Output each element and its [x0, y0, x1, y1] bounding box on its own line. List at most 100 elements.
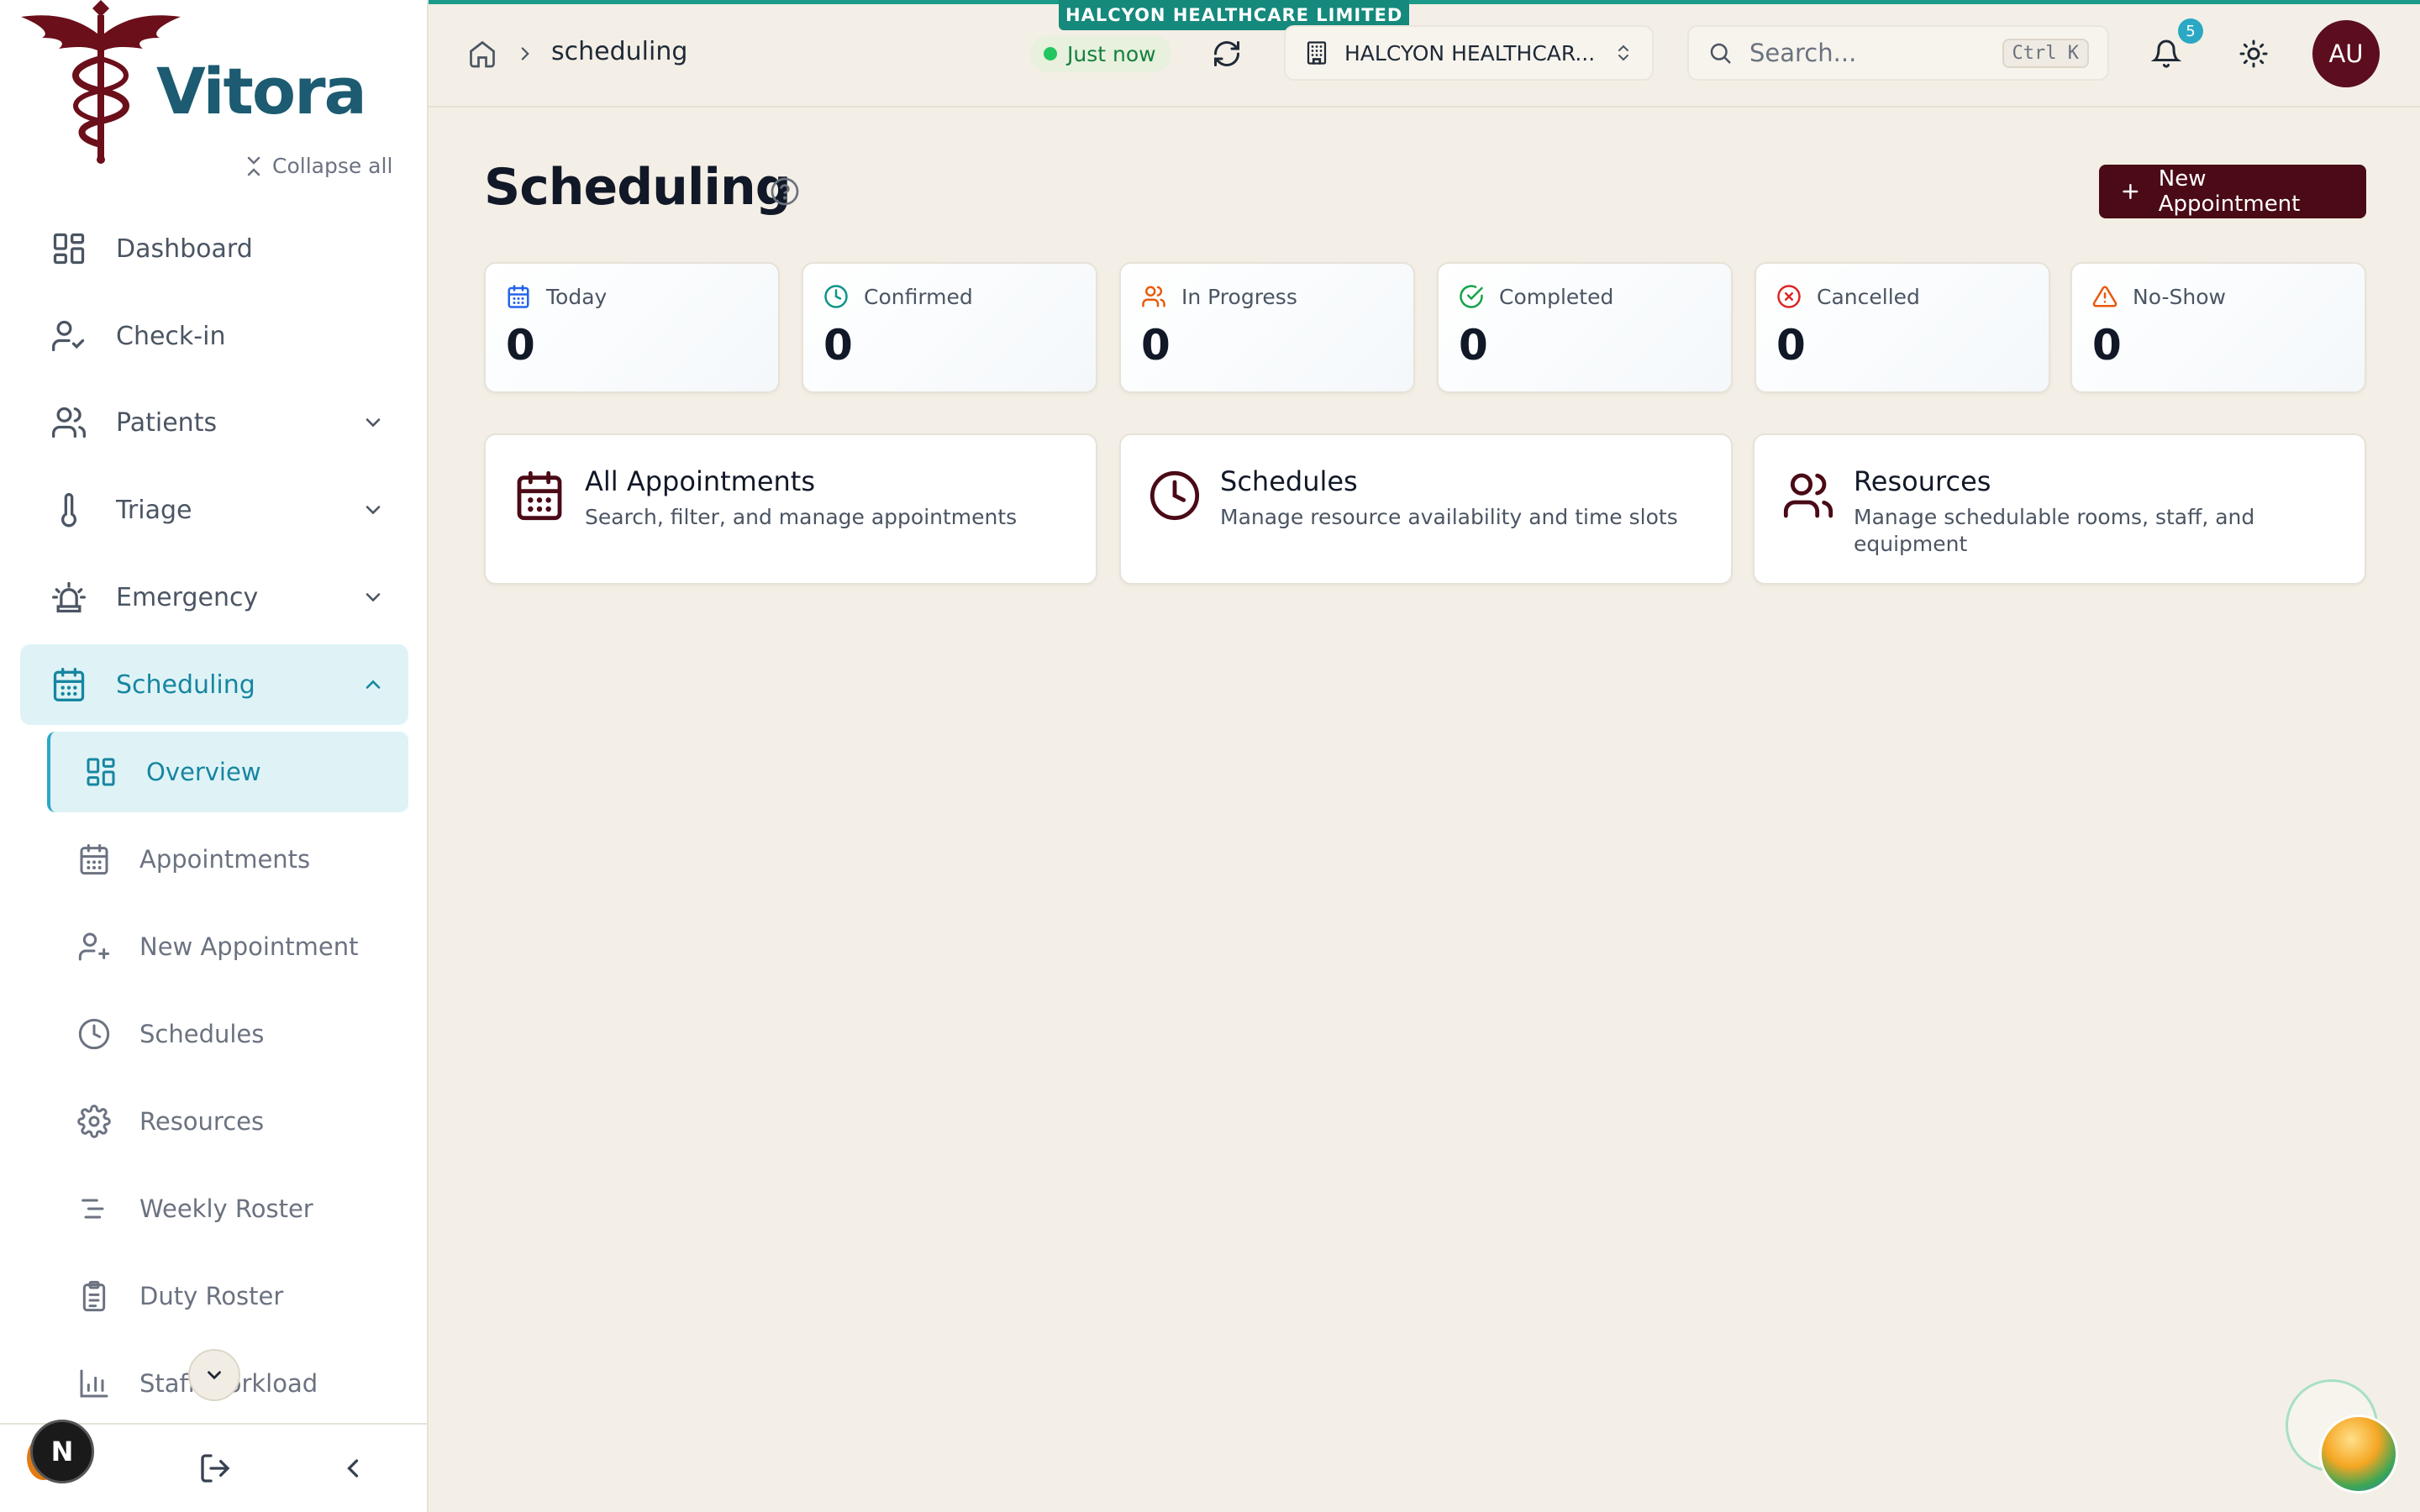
sidebar-item-dashboard[interactable]: Dashboard	[20, 208, 408, 289]
gear-icon	[77, 1105, 111, 1138]
sidebar-item-emergency[interactable]: Emergency	[20, 557, 408, 638]
clock-icon	[824, 285, 848, 308]
shortcut-key: K	[2067, 42, 2079, 64]
card-all-appointments[interactable]: All Appointments Search, filter, and man…	[484, 433, 1097, 585]
scroll-down-button[interactable]	[188, 1349, 240, 1401]
lines-icon	[82, 1199, 104, 1219]
sync-status-badge: Just now	[1030, 35, 1171, 72]
sidebar-subitem-label: Overview	[146, 758, 261, 786]
stat-value: 0	[1141, 321, 1171, 370]
sidebar-subitem-label: Weekly Roster	[139, 1194, 313, 1223]
sidebar-subitem-label: Appointments	[139, 845, 311, 874]
alert-triangle-icon	[2092, 286, 2118, 307]
stat-value: 0	[1776, 321, 1806, 370]
search-shortcut: Ctrl K	[2002, 38, 2089, 68]
card-schedules[interactable]: Schedules Manage resource availability a…	[1119, 433, 1733, 585]
chevron-down-icon	[366, 506, 381, 515]
logout-icon[interactable]	[198, 1452, 232, 1485]
search-input[interactable]: Search... Ctrl K	[1687, 25, 2109, 81]
stat-card-cancelled: Cancelled 0	[1754, 262, 2050, 393]
chevron-down-icon	[208, 1371, 221, 1380]
stat-card-in-progress: In Progress 0	[1119, 262, 1415, 393]
stat-card-no-show: No-Show 0	[2070, 262, 2366, 393]
notification-count-badge: 5	[2178, 18, 2203, 44]
sun-icon[interactable]	[2238, 39, 2269, 69]
sidebar-subitem-appointments[interactable]: Appointments	[47, 819, 408, 900]
refresh-icon[interactable]	[1212, 39, 1242, 69]
sidebar-subitem-resources[interactable]: Resources	[47, 1081, 408, 1162]
sidebar-item-label: Dashboard	[116, 234, 253, 264]
search-icon	[1710, 43, 1731, 64]
users-icon	[52, 407, 86, 438]
sidebar-subitem-schedules[interactable]: Schedules	[47, 994, 408, 1074]
stat-value: 0	[506, 321, 535, 370]
sidebar-subitem-label: New Appointment	[139, 932, 359, 961]
plus-icon	[2123, 183, 2139, 200]
stat-card-completed: Completed 0	[1437, 262, 1733, 393]
sidebar-item-patients[interactable]: Patients	[20, 382, 408, 463]
siren-icon	[52, 581, 86, 613]
sidebar-item-check-in[interactable]: Check-in	[20, 296, 408, 376]
user-badge[interactable]: N	[30, 1420, 94, 1483]
sidebar-item-label: Scheduling	[116, 669, 255, 700]
sidebar-item-label: Check-in	[116, 321, 226, 351]
help-icon[interactable]	[770, 176, 800, 207]
calendar-icon	[517, 470, 562, 521]
bell-icon[interactable]	[2151, 39, 2181, 69]
stat-label: No-Show	[2133, 284, 2226, 309]
collapse-all-button[interactable]: Collapse all	[245, 154, 392, 178]
avatar[interactable]: AU	[2312, 20, 2380, 87]
sidebar-item-label: Triage	[116, 495, 192, 525]
calendar-icon	[80, 843, 108, 875]
brand-name: Vitora	[156, 54, 367, 129]
card-resources[interactable]: Resources Manage schedulable rooms, staf…	[1753, 433, 2366, 585]
chevron-up-icon	[366, 680, 381, 689]
sidebar-item-scheduling[interactable]: Scheduling	[20, 644, 408, 725]
brand-logo[interactable]: Vitora	[17, 0, 367, 168]
chevron-right-icon	[521, 47, 529, 60]
stat-label: In Progress	[1181, 284, 1297, 309]
calendar-icon	[508, 285, 529, 308]
weather-widget-icon[interactable]	[2319, 1415, 2398, 1494]
sidebar-subitem-label: Schedules	[139, 1020, 265, 1048]
stat-card-today: Today 0	[484, 262, 780, 393]
grid-icon	[87, 758, 115, 786]
organization-select[interactable]: HALCYON HEALTHCAR...	[1284, 25, 1654, 81]
grid-icon	[53, 233, 85, 265]
collapse-all-label: Collapse all	[272, 154, 393, 178]
stat-card-confirmed: Confirmed 0	[802, 262, 1097, 393]
card-title: Schedules	[1220, 465, 1358, 497]
card-title: Resources	[1854, 465, 1991, 497]
sidebar-subitem-new-appointment[interactable]: New Appointment	[47, 906, 408, 987]
building-icon	[1307, 41, 1327, 65]
search-placeholder: Search...	[1749, 39, 1857, 67]
x-circle-icon	[1777, 285, 1801, 308]
stat-label: Completed	[1499, 284, 1614, 309]
sidebar-subitem-label: Duty Roster	[139, 1282, 284, 1310]
users-icon	[1142, 286, 1165, 307]
sidebar-subitem-weekly-roster[interactable]: Weekly Roster	[47, 1168, 408, 1249]
new-appointment-label: New Appointment	[2158, 166, 2301, 217]
chevron-left-icon[interactable]	[338, 1452, 368, 1485]
sidebar-item-triage[interactable]: Triage	[20, 470, 408, 550]
status-dot	[1044, 47, 1057, 60]
sidebar: Vitora Collapse all Dashboard Check-in P…	[0, 0, 429, 1512]
chevron-down-icon	[366, 418, 381, 428]
calendar-icon	[53, 668, 85, 701]
collapse-icon	[247, 156, 260, 176]
card-description: Manage resource availability and time sl…	[1220, 505, 1678, 529]
chevron-up-down-icon	[1618, 45, 1628, 61]
sidebar-subitem-overview[interactable]: Overview	[47, 732, 408, 812]
sidebar-subitem-duty-roster[interactable]: Duty Roster	[47, 1256, 408, 1336]
stat-label: Cancelled	[1817, 284, 1920, 309]
clock-icon	[78, 1018, 110, 1050]
card-title: All Appointments	[585, 465, 816, 497]
stat-label: Confirmed	[864, 284, 973, 309]
home-icon[interactable]	[467, 39, 497, 69]
card-description: Search, filter, and manage appointments	[585, 505, 1018, 529]
user-check-icon	[52, 320, 85, 352]
new-appointment-button[interactable]: New Appointment	[2099, 165, 2366, 218]
stat-value: 0	[823, 321, 853, 370]
card-description: Manage schedulable rooms, staff, and equ…	[1854, 505, 2255, 556]
sidebar-subitem-label: Resources	[139, 1107, 265, 1136]
